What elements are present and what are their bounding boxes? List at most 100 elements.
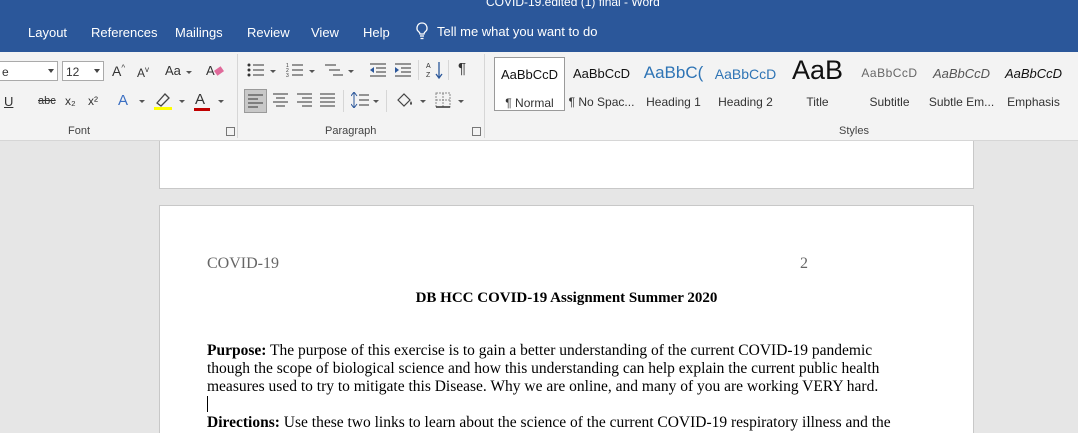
svg-text:3: 3	[286, 73, 289, 78]
group-divider	[237, 54, 238, 138]
style-preview: AaBbCcD	[932, 66, 991, 81]
subscript-button[interactable]: x₂	[65, 94, 76, 108]
text-effects-button[interactable]: A	[118, 92, 128, 109]
text-cursor	[207, 396, 208, 412]
directions-paragraph: Directions: Use these two links to learn…	[207, 414, 907, 432]
chevron-down-icon	[348, 70, 354, 73]
font-name-value: e	[2, 65, 9, 79]
directions-text: Use these two links to learn about the s…	[279, 414, 891, 431]
style-preview: AaB	[791, 55, 844, 85]
font-group-label: Font	[68, 125, 91, 137]
text-line: though the scope of biological science a…	[207, 360, 880, 377]
change-case-icon: Aa	[165, 63, 181, 78]
line-spacing-icon[interactable]	[351, 92, 369, 108]
divider	[418, 60, 419, 80]
decrease-indent-icon[interactable]	[369, 62, 387, 78]
text-line: measures used to try to mitigate this Di…	[207, 378, 879, 395]
svg-text:A: A	[426, 63, 431, 70]
font-size-value: 12	[66, 65, 80, 79]
sort-icon[interactable]: A Z	[426, 60, 444, 80]
tab-layout[interactable]: Layout	[28, 25, 67, 40]
shrink-font-button[interactable]: Av	[137, 65, 149, 80]
divider	[343, 90, 344, 112]
tab-review[interactable]: Review	[247, 25, 290, 40]
style-subtitle[interactable]: AaBbCcD Subtitle	[854, 57, 925, 111]
bullets-icon[interactable]	[247, 62, 265, 78]
font-color-button[interactable]: A	[195, 91, 205, 108]
text-line: Directions: Use these two links to learn…	[207, 414, 907, 432]
tab-mailings[interactable]: Mailings	[175, 25, 223, 40]
styles-group-label: Styles	[839, 125, 869, 137]
style-name: Heading 2	[718, 95, 773, 109]
increase-indent-icon[interactable]	[394, 62, 412, 78]
chevron-down-icon	[94, 69, 100, 73]
align-right-icon[interactable]	[297, 93, 312, 107]
font-name-combo[interactable]: e	[0, 61, 58, 81]
chevron-down-icon	[179, 100, 185, 103]
document-page[interactable]: COVID-19 2 DB HCC COVID-19 Assignment Su…	[159, 205, 974, 433]
underline-button[interactable]: U	[4, 94, 13, 109]
ribbon-tab-bar: Layout References Mailings Review View H…	[0, 10, 1078, 52]
directions-label: Directions:	[207, 414, 280, 431]
purpose-paragraph: Purpose: The purpose of this exercise is…	[207, 342, 907, 396]
purpose-label: Purpose:	[207, 342, 267, 359]
chevron-down-icon	[270, 70, 276, 73]
numbering-icon[interactable]: 1 2 3	[286, 62, 304, 78]
clear-formatting-icon[interactable]: A	[205, 61, 225, 79]
font-color-swatch	[194, 108, 210, 111]
chevron-down-icon	[48, 69, 54, 73]
font-size-combo[interactable]: 12	[62, 61, 104, 81]
align-left-button[interactable]	[244, 89, 267, 113]
chevron-down-icon	[186, 71, 192, 74]
style-subtle-emphasis[interactable]: AaBbCcD Subtle Em...	[926, 57, 997, 111]
show-formatting-button[interactable]: ¶	[458, 60, 466, 77]
strikethrough-button[interactable]: abc	[38, 95, 56, 107]
chevron-down-icon	[309, 70, 315, 73]
tell-me-label: Tell me what you want to do	[437, 23, 598, 39]
paragraph-dialog-launcher-icon[interactable]	[472, 127, 481, 136]
style-preview: AaBbC(	[643, 63, 704, 82]
document-heading: DB HCC COVID-19 Assignment Summer 2020	[415, 290, 718, 306]
divider	[386, 90, 387, 112]
text-line: Purpose: The purpose of this exercise is…	[207, 342, 907, 360]
tell-me-search[interactable]: Tell me what you want to do	[415, 22, 597, 40]
style-emphasis[interactable]: AaBbCcD Emphasis	[998, 57, 1069, 111]
document-canvas[interactable]: COVID-19 2 DB HCC COVID-19 Assignment Su…	[0, 141, 1078, 433]
align-center-icon[interactable]	[273, 93, 288, 107]
tab-help[interactable]: Help	[363, 25, 390, 40]
style-normal[interactable]: AaBbCcD ¶ Normal	[494, 57, 565, 111]
chevron-down-icon	[373, 100, 379, 103]
style-name: Title	[806, 95, 829, 109]
style-name: Heading 1	[646, 95, 701, 109]
highlight-color-icon[interactable]	[153, 91, 175, 111]
style-no-spacing[interactable]: AaBbCcD ¶ No Spac...	[566, 57, 637, 111]
purpose-text: The purpose of this exercise is to gain …	[266, 342, 873, 359]
ribbon: e 12 A^ Av Aa A U abc x₂ x² A A Font 1 2…	[0, 52, 1078, 141]
superscript-button[interactable]: x²	[88, 94, 98, 108]
grow-font-button[interactable]: A^	[112, 63, 125, 79]
justify-icon[interactable]	[320, 93, 335, 107]
lightbulb-icon	[416, 22, 428, 40]
page-header-left: COVID-19	[207, 255, 279, 272]
style-preview: AaBbCcD	[714, 66, 777, 82]
paragraph-group-label: Paragraph	[325, 125, 377, 137]
title-bar: COVID-19.edited (1) final - Word	[0, 0, 1078, 10]
tab-references[interactable]: References	[91, 25, 157, 40]
svg-text:A: A	[206, 63, 215, 78]
style-preview: AaBbCcD	[572, 66, 631, 81]
style-title[interactable]: AaB Title	[782, 55, 853, 111]
style-heading-1[interactable]: AaBbC( Heading 1	[638, 57, 709, 111]
borders-icon[interactable]	[435, 92, 451, 108]
style-heading-2[interactable]: AaBbCcD Heading 2	[710, 57, 781, 111]
window-title: COVID-19.edited (1) final - Word	[486, 0, 660, 9]
font-color-icon: A	[195, 91, 206, 108]
font-dialog-launcher-icon[interactable]	[226, 127, 235, 136]
multilevel-list-icon[interactable]	[324, 62, 344, 78]
group-divider	[484, 54, 485, 138]
shading-icon[interactable]	[395, 91, 415, 109]
change-case-button[interactable]: Aa	[165, 63, 181, 78]
page-number: 2	[800, 255, 808, 272]
tab-view[interactable]: View	[311, 25, 339, 40]
chevron-down-icon	[420, 100, 426, 103]
previous-page	[159, 141, 974, 189]
